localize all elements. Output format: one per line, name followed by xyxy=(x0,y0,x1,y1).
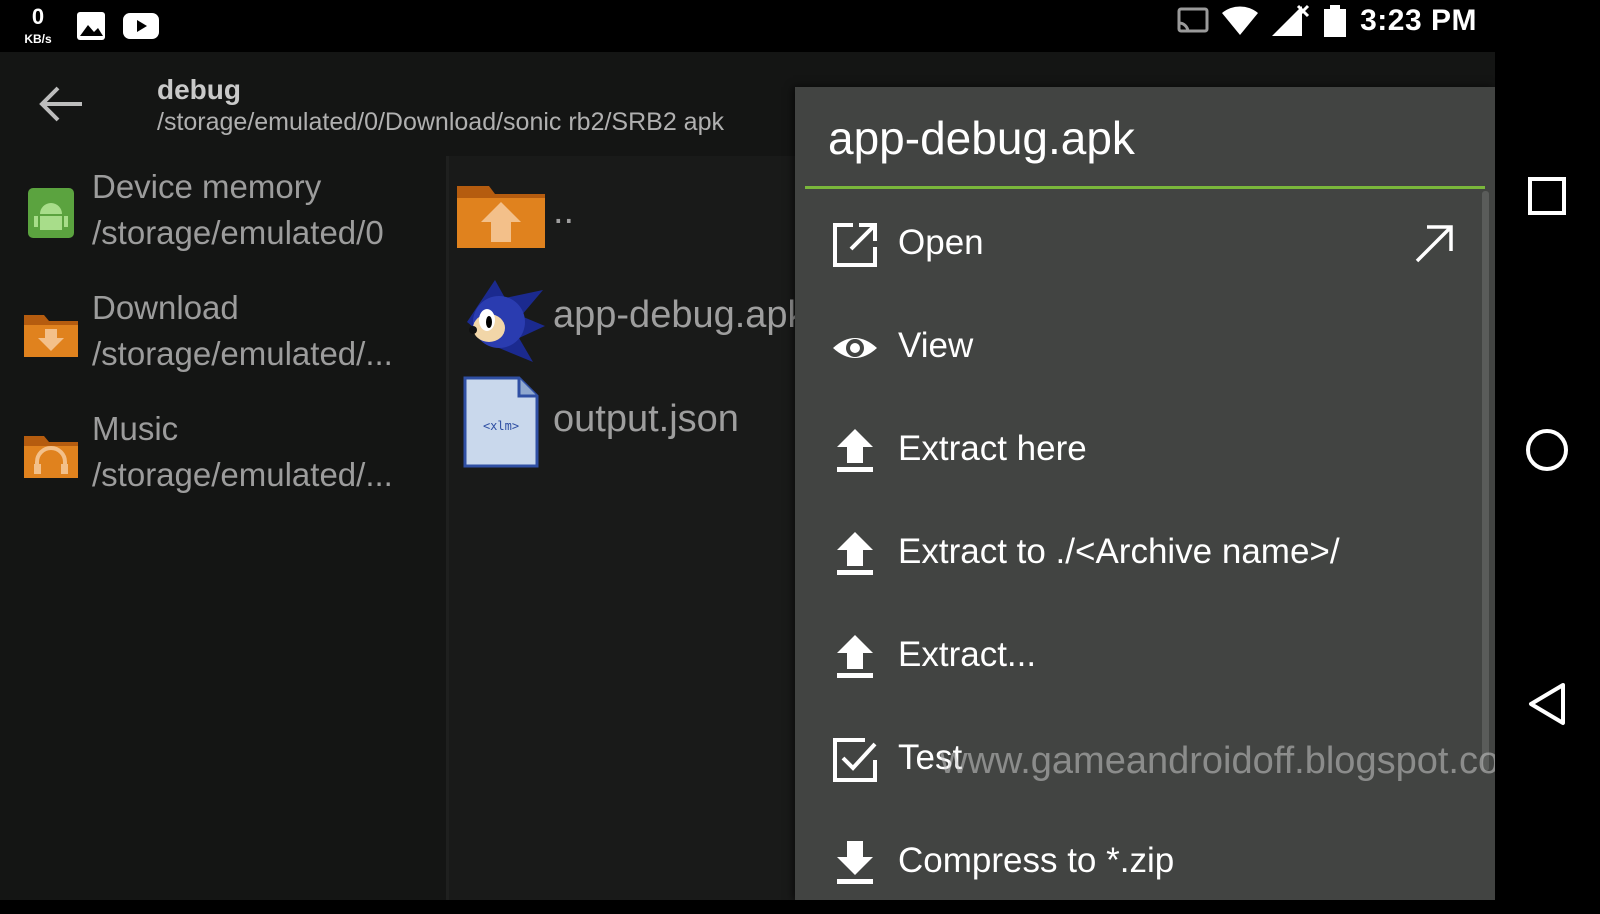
menu-item-compress-zip[interactable]: Compress to *.zip xyxy=(795,811,1475,914)
network-speed-icon: 0 KB/s xyxy=(18,4,60,46)
sidebar-item-path: /storage/emulated/... xyxy=(92,335,393,372)
file-row-apk[interactable]: app-debug.apk xyxy=(449,260,795,364)
file-row-json[interactable]: <xlm> output.json xyxy=(449,364,795,468)
menu-item-extract-here[interactable]: Extract here xyxy=(795,399,1475,502)
folder-title: debug xyxy=(157,74,241,105)
sidebar-item-music[interactable]: Music /storage/emulated/... xyxy=(0,398,446,518)
youtube-icon xyxy=(123,13,159,39)
back-arrow-icon[interactable] xyxy=(36,82,86,126)
menu-item-extract-to-archive[interactable]: Extract to ./<Archive name>/ xyxy=(795,502,1475,605)
status-bar: 0 KB/s 3:23 PM xyxy=(0,0,1495,52)
status-notifications: 0 KB/s xyxy=(18,4,160,46)
sidebar-item-name: Device memory xyxy=(92,168,322,205)
upload-icon xyxy=(837,532,873,575)
sidebar-item-path: /storage/emulated/0 xyxy=(92,214,384,251)
gallery-icon xyxy=(77,12,105,40)
back-button[interactable] xyxy=(1523,680,1571,728)
menu-item-open[interactable]: Open xyxy=(795,193,1475,296)
xml-file-icon: <xlm> xyxy=(463,376,539,468)
network-speed-value: 0 xyxy=(31,4,45,29)
menu-item-label: View xyxy=(898,326,974,365)
eye-icon xyxy=(833,338,877,358)
sidebar-item-device-memory[interactable]: Device memory /storage/emulated/0 xyxy=(0,156,446,276)
menu-item-label: Extract here xyxy=(898,429,1087,468)
arrow-up-right-icon xyxy=(1415,225,1453,263)
system-nav-bar xyxy=(1495,0,1600,900)
menu-item-view[interactable]: View xyxy=(795,296,1475,399)
back-triangle-icon xyxy=(1529,683,1565,725)
sonic-apk-icon xyxy=(467,280,545,362)
wifi-icon xyxy=(1222,6,1259,36)
file-list: .. app-debug.apk <xlm> output.json xyxy=(449,156,795,900)
folder-path: /storage/emulated/0/Download/sonic rb2/S… xyxy=(157,108,724,136)
context-menu-title: app-debug.apk xyxy=(828,112,1135,164)
upload-icon xyxy=(837,429,873,472)
cast-icon xyxy=(1177,7,1209,33)
android-storage-icon xyxy=(28,188,74,238)
upload-icon xyxy=(837,635,873,678)
file-name: .. xyxy=(553,190,575,232)
status-system: 3:23 PM xyxy=(1176,4,1477,38)
download-folder-icon xyxy=(24,315,78,357)
open-external-icon xyxy=(833,223,877,267)
svg-text:<xlm>: <xlm> xyxy=(483,419,519,433)
network-speed-unit: KB/s xyxy=(24,32,52,46)
parent-folder-icon xyxy=(457,186,545,248)
file-row-parent[interactable]: .. xyxy=(449,156,795,260)
file-name: app-debug.apk xyxy=(553,294,795,336)
home-button[interactable] xyxy=(1523,426,1571,474)
menu-divider xyxy=(805,186,1485,189)
menu-scrollbar[interactable] xyxy=(1482,191,1489,771)
menu-item-label: Open xyxy=(898,223,984,262)
menu-item-extract[interactable]: Extract... xyxy=(795,605,1475,708)
sidebar-item-name: Music xyxy=(92,410,179,447)
download-icon xyxy=(837,841,873,884)
menu-item-label: Compress to *.zip xyxy=(898,841,1175,880)
recents-square-icon xyxy=(1528,177,1566,215)
sidebar-item-download[interactable]: Download /storage/emulated/... xyxy=(0,277,446,397)
checkbox-icon xyxy=(833,738,877,782)
file-name: output.json xyxy=(553,398,739,440)
music-folder-icon xyxy=(24,436,78,478)
storage-sidebar: Device memory /storage/emulated/0 Downlo… xyxy=(0,156,449,900)
signal-icon xyxy=(1272,4,1310,36)
sidebar-item-path: /storage/emulated/... xyxy=(92,456,393,493)
watermark-text: www.gameandroidoff.blogspot.com xyxy=(940,740,1531,782)
recents-button[interactable] xyxy=(1523,172,1571,220)
menu-item-label: Extract to ./<Archive name>/ xyxy=(898,532,1340,571)
sidebar-item-name: Download xyxy=(92,289,239,326)
status-time: 3:23 PM xyxy=(1360,4,1477,37)
home-circle-icon xyxy=(1526,429,1568,471)
battery-icon xyxy=(1324,5,1347,37)
menu-item-label: Extract... xyxy=(898,635,1037,674)
